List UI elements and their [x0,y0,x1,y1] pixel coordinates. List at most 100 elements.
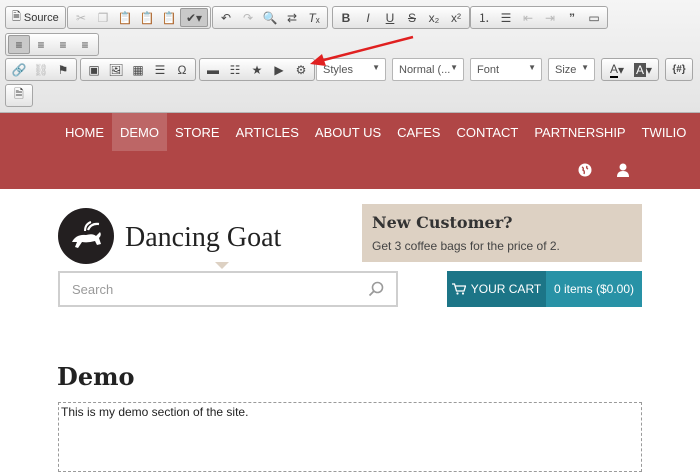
indent-icon[interactable]: ⇥ [539,8,561,27]
nav-item-store[interactable]: STORE [167,113,228,151]
image-icon[interactable]: 🖼 [105,60,127,79]
cart-widget[interactable]: YOUR CART 0 items ($0.00) [447,271,642,307]
settings-icon[interactable]: ⚙ [290,60,312,79]
search-icon[interactable] [368,281,384,297]
remove-format-icon[interactable]: Tₓ [303,8,325,27]
nav-item-articles[interactable]: ARTICLES [228,113,307,151]
document-properties-icon[interactable]: 🗎 [8,86,30,105]
bulleted-list-icon[interactable]: ☰ [495,8,517,27]
insert-group: ▣ 🖼 ▦ ☰ Ω [80,58,196,81]
cart-icon [451,283,466,295]
link-icon[interactable]: 🔗 [8,60,30,79]
widget-group: ▬ ☷ ★ ▶ ⚙ [199,58,315,81]
undo-group: ↶ ↷ 🔍 ⇄ Tₓ [212,6,328,29]
widget-icon[interactable]: ▬ [202,60,224,79]
unlink-icon[interactable]: ⛓ [30,60,52,79]
replace-icon[interactable]: ⇄ [281,8,303,27]
underline-icon[interactable]: U [379,8,401,27]
source-button-label: Source [23,11,59,24]
size-combo[interactable]: Size ▼ [548,58,595,81]
paste-icon[interactable]: 📋 [114,8,136,27]
basic-styles-group: B I U S x₂ x² [332,6,470,29]
nav-item-home[interactable]: HOME [57,113,112,151]
align-center-icon[interactable]: ≡ [30,35,52,54]
paste-from-word-icon[interactable]: 📋 [158,8,180,27]
paste-text-icon[interactable]: 📋 [136,8,158,27]
chevron-down-icon: ▼ [581,63,589,72]
user-icon[interactable] [615,162,631,178]
special-char-icon[interactable]: Ω [171,60,193,79]
redo-icon[interactable]: ↷ [237,8,259,27]
your-cart-button[interactable]: YOUR CART [447,271,546,307]
superscript-icon[interactable]: x² [445,8,467,27]
placeholder-button[interactable]: {#} [668,60,690,79]
format-combo[interactable]: Normal (... ▼ [392,58,464,81]
nav-item-contact[interactable]: CONTACT [448,113,526,151]
chevron-down-icon: ▼ [372,63,380,72]
italic-icon[interactable]: I [357,8,379,27]
cart-summary[interactable]: 0 items ($0.00) [546,271,642,307]
anchor-icon[interactable]: ⚑ [52,60,74,79]
outdent-icon[interactable]: ⇤ [517,8,539,27]
text-color-icon[interactable]: A ▾ [604,60,630,79]
clipboard-group: ✂ ❐ 📋 📋 📋 ✔▾ [67,6,211,29]
youtube-icon[interactable]: ▶ [268,60,290,79]
blockquote-icon[interactable]: ” [561,8,583,27]
media-icon[interactable]: ▣ [83,60,105,79]
nav-item-partnership[interactable]: PARTNERSHIP [526,113,633,151]
align-right-icon[interactable]: ≡ [52,35,74,54]
promo-title: New Customer? [372,213,513,232]
nav-item-twilio[interactable]: TWILIO [634,113,695,151]
editor-toolbar: 🗎 Source ✂ ❐ 📋 📋 📋 ✔▾ ↶ ↷ 🔍 ⇄ Tₓ B I U S… [0,0,700,113]
background-color-icon[interactable]: A ▾ [630,60,656,79]
list-group: ⒈ ☰ ⇤ ⇥ ” ▭ [470,6,608,29]
star-icon[interactable]: ★ [246,60,268,79]
source-button[interactable]: 🗎 Source [8,8,63,27]
site-navigation: HOME DEMO STORE ARTICLES ABOUT US CAFES CONTAC… [0,113,700,189]
styles-combo[interactable]: Styles ▼ [316,58,386,81]
numbered-list-icon[interactable]: ⒈ [473,8,495,27]
copy-icon[interactable]: ❐ [92,8,114,27]
spellcheck-icon[interactable]: ✔▾ [180,8,208,27]
font-combo[interactable]: Font ▼ [470,58,542,81]
create-div-icon[interactable]: ▭ [583,8,605,27]
cut-icon[interactable]: ✂ [70,8,92,27]
align-justify-icon[interactable]: ≡ [74,35,96,54]
strikethrough-icon[interactable]: S [401,8,423,27]
bold-icon[interactable]: B [335,8,357,27]
nav-item-demo[interactable]: DEMO [112,113,167,151]
globe-icon[interactable] [577,162,593,178]
brand-logo[interactable] [58,208,114,264]
table-icon[interactable]: ▦ [127,60,149,79]
nav-item-cafes[interactable]: CAFES [389,113,448,151]
format-combo-label: Normal (... [399,63,451,76]
link-group: 🔗 ⛓ ⚑ [5,58,77,81]
cart-label: YOUR CART [470,282,542,296]
placeholder-group: {#} [665,58,693,81]
brand-name[interactable]: Dancing Goat [125,222,281,254]
page-title: Demo [57,362,135,391]
horizontal-line-icon[interactable]: ☰ [149,60,171,79]
alignment-group: ≡ ≡ ≡ ≡ [5,33,99,56]
find-icon[interactable]: 🔍 [259,8,281,27]
promo-notch [215,262,229,269]
editable-region-text[interactable]: This is my demo section of the site. [61,405,248,419]
misc-group: 🗎 [5,84,33,107]
styles-combo-label: Styles [323,63,353,76]
nav-item-about-us[interactable]: ABOUT US [307,113,389,151]
font-combo-label: Font [477,63,500,76]
document-icon: 🗎 [12,11,21,23]
promo-banner: New Customer? Get 3 coffee bags for the … [362,204,642,262]
undo-icon[interactable]: ↶ [215,8,237,27]
search-box [58,271,398,307]
chevron-down-icon: ▼ [528,63,536,72]
chevron-down-icon: ▼ [450,63,458,72]
search-input[interactable] [60,273,350,305]
checklist-icon[interactable]: ☷ [224,60,246,79]
document-group: 🗎 Source [5,6,66,29]
color-group: A ▾ A ▾ [601,58,659,81]
size-combo-label: Size [555,63,577,76]
align-left-icon[interactable]: ≡ [8,35,30,54]
subscript-icon[interactable]: x₂ [423,8,445,27]
nav-menu: HOME DEMO STORE ARTICLES ABOUT US CAFES CONTAC… [57,113,694,151]
